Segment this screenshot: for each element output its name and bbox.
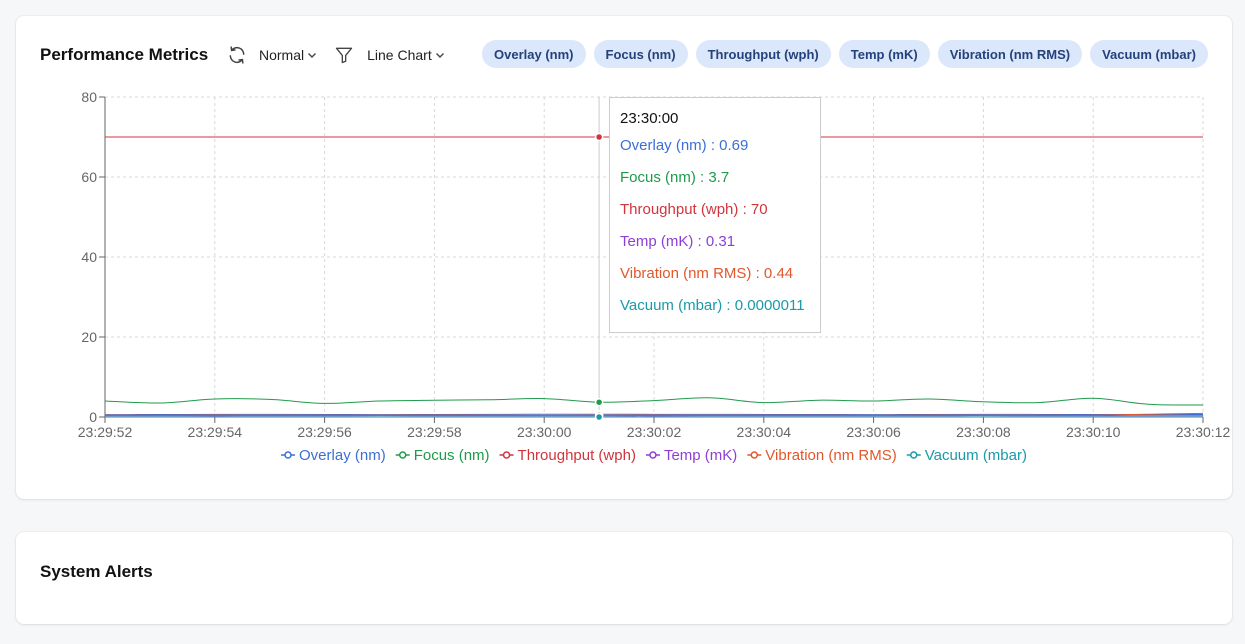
x-tick-label: 23:29:58	[407, 424, 462, 440]
system-alerts-card: System Alerts	[16, 532, 1232, 624]
x-tick-label: 23:30:10	[1066, 424, 1121, 440]
legend-label-5[interactable]: Vacuum (mbar)	[925, 447, 1027, 464]
legend-symbol-4	[747, 451, 762, 459]
x-tick-label: 23:30:12	[1176, 424, 1231, 440]
x-tick-label: 23:29:54	[188, 424, 243, 440]
chart-tooltip: 23:30:00 Overlay (nm) : 0.69 Focus (nm) …	[609, 97, 821, 333]
active-dot-5	[594, 412, 604, 422]
tooltip-row-vibration: Vibration (nm RMS) : 0.44	[620, 265, 794, 282]
x-tick-label: 23:30:06	[846, 424, 901, 440]
y-tick-label: 40	[81, 249, 97, 265]
tooltip-row-temp: Temp (mK) : 0.31	[620, 233, 736, 250]
tooltip-row-overlay: Overlay (nm) : 0.69	[620, 137, 749, 154]
legend-symbol-3	[645, 451, 660, 459]
x-tick-label: 23:29:56	[297, 424, 352, 440]
x-tick-label: 23:30:00	[517, 424, 572, 440]
legend-label-4[interactable]: Vibration (nm RMS)	[765, 447, 896, 464]
y-tick-label: 60	[81, 169, 97, 185]
legend-symbol-1	[395, 451, 410, 459]
legend-label-1[interactable]: Focus (nm)	[414, 447, 490, 464]
tooltip-row-focus: Focus (nm) : 3.7	[620, 169, 730, 186]
y-tick-label: 0	[89, 409, 97, 425]
x-tick-label: 23:30:04	[737, 424, 792, 440]
legend-symbol-0	[281, 451, 296, 459]
x-tick-label: 23:29:52	[78, 424, 133, 440]
tooltip-row-vacuum: Vacuum (mbar) : 0.0000011	[620, 297, 805, 314]
legend-symbol-5	[906, 451, 921, 459]
x-tick-label: 23:30:02	[627, 424, 682, 440]
x-tick-label: 23:30:08	[956, 424, 1011, 440]
performance-metrics-card: Performance Metrics Normal Line Chart Ov…	[16, 16, 1232, 499]
legend-label-2[interactable]: Throughput (wph)	[518, 447, 636, 464]
active-dot-1	[594, 397, 604, 407]
chart-legend: Overlay (nm) Focus (nm) Throughput (wph) Te…	[281, 447, 1027, 464]
active-dot-2	[594, 132, 604, 142]
y-tick-label: 80	[81, 89, 97, 105]
system-alerts-title: System Alerts	[40, 562, 153, 581]
tooltip-row-throughput: Throughput (wph) : 70	[620, 201, 768, 218]
legend-symbol-2	[499, 451, 514, 459]
legend-label-0[interactable]: Overlay (nm)	[299, 447, 386, 464]
y-tick-label: 20	[81, 329, 97, 345]
legend-label-3[interactable]: Temp (mK)	[664, 447, 737, 464]
tooltip-time: 23:30:00	[620, 110, 679, 127]
